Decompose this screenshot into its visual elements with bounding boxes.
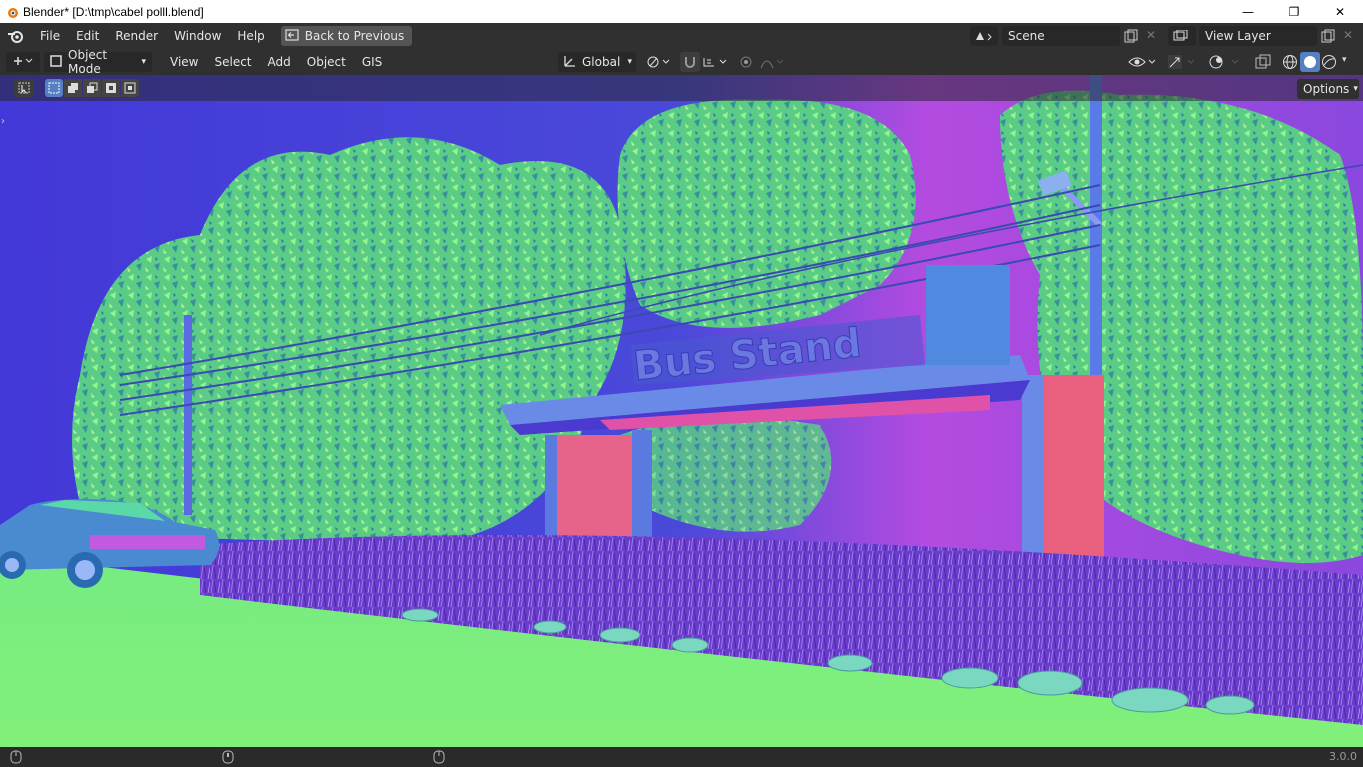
blender-app-icon (4, 4, 20, 20)
scene-name: Scene (1008, 29, 1045, 43)
scene-name-field[interactable]: Scene (1002, 26, 1120, 46)
version-label: 3.0.0 (1329, 750, 1357, 763)
view-layer-name: View Layer (1205, 29, 1271, 43)
menu-window[interactable]: Window (166, 23, 229, 49)
header-menu-object[interactable]: Object (299, 49, 354, 75)
editor-type-icon (12, 55, 34, 70)
mouse-middle-icon (222, 750, 234, 767)
new-view-layer-icon[interactable] (1321, 29, 1335, 46)
status-bar: 3.0.0 (0, 747, 1363, 767)
viewport-toolrow: Options ▾ (0, 75, 1363, 101)
pivot-point-icon[interactable] (646, 54, 670, 73)
header-menu-gis[interactable]: GIS (354, 49, 390, 75)
sidebar-toggle-icon[interactable]: › (1, 116, 5, 127)
overlays-icon[interactable] (1208, 54, 1242, 73)
chevron-down-icon: ▾ (141, 57, 146, 67)
close-icon: ✕ (1334, 4, 1346, 19)
snap-target-icon[interactable] (702, 54, 728, 73)
maximize-button[interactable]: ❐ (1271, 0, 1317, 23)
window-titlebar: Blender* [D:\tmp\cabel polll.blend] — ❐ … (0, 0, 1363, 23)
scene-icon (970, 26, 998, 46)
select-invert-icon[interactable] (102, 79, 120, 97)
select-intersect-icon[interactable] (121, 79, 139, 97)
remove-scene-icon[interactable]: ✕ (1146, 28, 1156, 42)
menu-render[interactable]: Render (107, 23, 166, 49)
mouse-left-icon (10, 750, 22, 767)
snap-toggle-icon[interactable] (680, 52, 700, 72)
header-menu-add[interactable]: Add (260, 49, 299, 75)
view-layer-icon[interactable] (1168, 26, 1196, 46)
falloff-icon[interactable] (760, 54, 786, 73)
top-menubar: File Edit Render Window Help Back to Pre… (0, 23, 1363, 49)
xray-icon[interactable] (1255, 54, 1271, 73)
mode-dropdown[interactable]: Object Mode ▾ (44, 48, 152, 76)
shading-options-chevron-icon[interactable]: ▾ (1342, 55, 1347, 65)
wireframe-shading-icon[interactable] (1282, 54, 1298, 73)
viewport-header: Object Mode ▾ View Select Add Object GIS… (0, 48, 1363, 76)
select-new-icon[interactable] (45, 79, 63, 97)
scene-selector[interactable] (970, 26, 998, 46)
remove-view-layer-icon[interactable]: ✕ (1343, 28, 1353, 42)
minimize-icon: — (1242, 4, 1254, 19)
gizmo-icon[interactable] (1166, 54, 1198, 73)
object-mode-icon (50, 54, 62, 70)
mouse-right-icon (433, 750, 445, 767)
header-menu-select[interactable]: Select (206, 49, 259, 75)
transform-orientation-dropdown[interactable]: Global ▾ (558, 52, 636, 72)
menu-edit[interactable]: Edit (68, 23, 107, 49)
orientation-icon (562, 54, 576, 71)
proportional-edit-icon[interactable] (737, 52, 755, 72)
material-shading-icon[interactable] (1321, 54, 1337, 73)
select-subtract-icon[interactable] (83, 79, 101, 97)
options-dropdown[interactable]: Options ▾ (1297, 79, 1359, 99)
select-extend-icon[interactable] (64, 79, 82, 97)
blender-logo-icon[interactable] (0, 23, 32, 49)
solid-shading-icon[interactable] (1300, 52, 1320, 72)
chevron-down-icon: ▾ (1353, 84, 1358, 94)
mode-label: Object Mode (68, 48, 108, 76)
minimize-button[interactable]: — (1225, 0, 1271, 23)
back-to-previous-label: Back to Previous (304, 29, 405, 43)
options-label: Options (1303, 82, 1350, 96)
select-tool-icon[interactable] (14, 79, 34, 97)
back-icon (285, 28, 299, 44)
visibility-icon[interactable] (1128, 54, 1158, 73)
3d-viewport[interactable]: Bus Stand (0, 75, 1363, 747)
header-menu-view[interactable]: View (162, 49, 206, 75)
chevron-down-icon: ▾ (627, 57, 632, 67)
orientation-label: Global (582, 55, 621, 69)
menu-help[interactable]: Help (229, 23, 272, 49)
window-title: Blender* [D:\tmp\cabel polll.blend] (23, 4, 204, 19)
new-scene-icon[interactable] (1124, 29, 1138, 46)
back-to-previous-button[interactable]: Back to Previous (280, 26, 413, 46)
editor-type-button[interactable] (6, 52, 40, 72)
close-button[interactable]: ✕ (1317, 0, 1363, 23)
maximize-icon: ❐ (1288, 4, 1300, 19)
view-layer-field[interactable]: View Layer (1199, 26, 1317, 46)
menu-file[interactable]: File (32, 23, 68, 49)
viewport-render: Bus Stand (0, 75, 1363, 747)
